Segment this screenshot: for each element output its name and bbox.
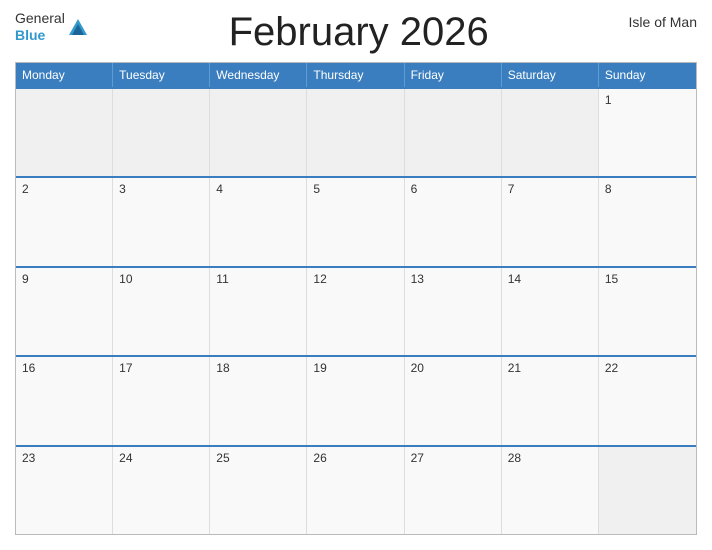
- day-cell: 6: [405, 178, 502, 265]
- day-header-thursday: Thursday: [307, 63, 404, 87]
- day-number: 26: [313, 451, 326, 465]
- day-number: 19: [313, 361, 326, 375]
- day-cell: [16, 89, 113, 176]
- day-number: 9: [22, 272, 29, 286]
- week-row-3: 9 10 11 12 13 14 15: [16, 266, 696, 355]
- day-number: 14: [508, 272, 521, 286]
- day-header-wednesday: Wednesday: [210, 63, 307, 87]
- day-number: 23: [22, 451, 35, 465]
- day-number: 16: [22, 361, 35, 375]
- calendar-title: February 2026: [89, 10, 629, 54]
- day-cell: 10: [113, 268, 210, 355]
- day-cell: 21: [502, 357, 599, 444]
- day-cell: 3: [113, 178, 210, 265]
- day-number: 5: [313, 182, 320, 196]
- day-cell: 8: [599, 178, 696, 265]
- day-cell: 25: [210, 447, 307, 534]
- day-cell: 27: [405, 447, 502, 534]
- day-number: 27: [411, 451, 424, 465]
- day-cell: 5: [307, 178, 404, 265]
- day-number: 2: [22, 182, 29, 196]
- weeks-container: 1234567891011121314151617181920212223242…: [16, 87, 696, 534]
- day-cell: 14: [502, 268, 599, 355]
- day-header-tuesday: Tuesday: [113, 63, 210, 87]
- day-cell: 22: [599, 357, 696, 444]
- day-header-monday: Monday: [16, 63, 113, 87]
- day-number: 4: [216, 182, 223, 196]
- day-number: 24: [119, 451, 132, 465]
- day-number: 8: [605, 182, 612, 196]
- logo: General Blue: [15, 10, 89, 44]
- day-cell: 15: [599, 268, 696, 355]
- day-cell: [210, 89, 307, 176]
- day-cell: [113, 89, 210, 176]
- day-headers-row: MondayTuesdayWednesdayThursdayFridaySatu…: [16, 63, 696, 87]
- day-cell: 24: [113, 447, 210, 534]
- logo-general: General: [15, 10, 65, 27]
- day-cell: 2: [16, 178, 113, 265]
- day-number: 11: [216, 272, 228, 286]
- day-number: 25: [216, 451, 229, 465]
- day-cell: 19: [307, 357, 404, 444]
- day-number: 28: [508, 451, 521, 465]
- week-row-4: 16 17 18 19 20 21 22: [16, 355, 696, 444]
- week-row-1: 1: [16, 87, 696, 176]
- day-cell: 18: [210, 357, 307, 444]
- day-cell: [307, 89, 404, 176]
- day-cell: 11: [210, 268, 307, 355]
- calendar-container: General Blue February 2026 Isle of Man M…: [0, 0, 712, 550]
- day-cell: 4: [210, 178, 307, 265]
- day-cell: [502, 89, 599, 176]
- day-header-saturday: Saturday: [502, 63, 599, 87]
- day-number: 6: [411, 182, 418, 196]
- day-cell: 28: [502, 447, 599, 534]
- day-number: 18: [216, 361, 229, 375]
- day-cell: 12: [307, 268, 404, 355]
- day-number: 17: [119, 361, 132, 375]
- day-cell: 16: [16, 357, 113, 444]
- calendar-grid: MondayTuesdayWednesdayThursdayFridaySatu…: [15, 62, 697, 535]
- day-cell: 26: [307, 447, 404, 534]
- day-number: 7: [508, 182, 515, 196]
- day-cell: [599, 447, 696, 534]
- day-number: 3: [119, 182, 126, 196]
- day-header-friday: Friday: [405, 63, 502, 87]
- day-cell: 9: [16, 268, 113, 355]
- day-cell: 1: [599, 89, 696, 176]
- day-cell: [405, 89, 502, 176]
- day-number: 13: [411, 272, 424, 286]
- day-number: 12: [313, 272, 326, 286]
- logo-icon: [67, 17, 89, 39]
- region-label: Isle of Man: [629, 14, 697, 30]
- day-number: 22: [605, 361, 618, 375]
- day-number: 1: [605, 93, 612, 107]
- day-cell: 20: [405, 357, 502, 444]
- day-cell: 23: [16, 447, 113, 534]
- day-number: 15: [605, 272, 618, 286]
- day-cell: 13: [405, 268, 502, 355]
- day-cell: 17: [113, 357, 210, 444]
- logo-text: General Blue: [15, 10, 65, 44]
- week-row-5: 23 24 25 26 27 28: [16, 445, 696, 534]
- day-cell: 7: [502, 178, 599, 265]
- day-number: 10: [119, 272, 132, 286]
- calendar-header: General Blue February 2026 Isle of Man: [15, 10, 697, 54]
- day-header-sunday: Sunday: [599, 63, 696, 87]
- day-number: 20: [411, 361, 424, 375]
- logo-blue: Blue: [15, 27, 65, 44]
- day-number: 21: [508, 361, 521, 375]
- week-row-2: 2 3 4 5 6 7 8: [16, 176, 696, 265]
